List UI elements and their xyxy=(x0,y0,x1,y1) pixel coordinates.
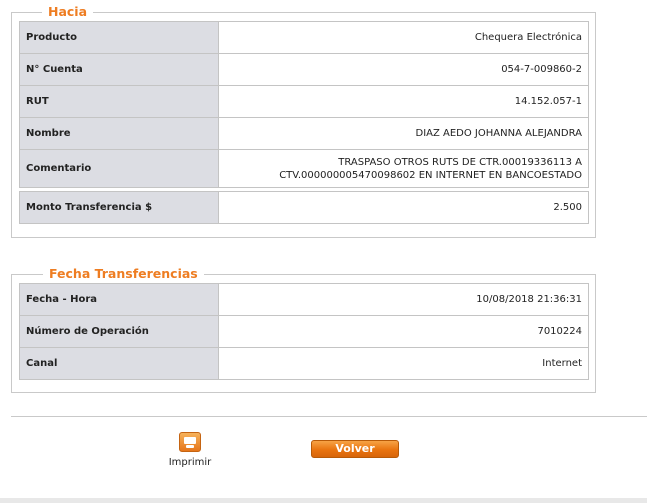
table-row: Fecha - Hora 10/08/2018 21:36:31 xyxy=(19,283,589,316)
footer-bar xyxy=(0,498,647,503)
cuenta-value: 054-7-009860-2 xyxy=(218,53,589,86)
comentario-line-1: TRASPASO OTROS RUTS DE CTR.00019336113 A xyxy=(338,156,582,168)
fecha-legend: Fecha Transferencias xyxy=(43,266,204,282)
print-button[interactable]: Imprimir xyxy=(166,432,214,468)
comentario-value: TRASPASO OTROS RUTS DE CTR.00019336113 A… xyxy=(218,149,589,188)
section-divider xyxy=(11,416,647,417)
printer-icon[interactable] xyxy=(179,432,201,452)
table-row: Canal Internet xyxy=(19,347,589,380)
comentario-label: Comentario xyxy=(19,149,219,188)
rut-value: 14.152.057-1 xyxy=(218,85,589,118)
hacia-table: Producto Chequera Electrónica N° Cuenta … xyxy=(19,21,589,224)
fecha-panel: Fecha Transferencias Fecha - Hora 10/08/… xyxy=(11,266,596,393)
hacia-legend: Hacia xyxy=(42,4,94,20)
print-label[interactable]: Imprimir xyxy=(166,457,214,468)
monto-value: 2.500 xyxy=(218,191,589,224)
hacia-panel: Hacia Producto Chequera Electrónica N° C… xyxy=(11,4,596,238)
table-row: Monto Transferencia $ 2.500 xyxy=(19,191,589,224)
table-row: RUT 14.152.057-1 xyxy=(19,85,589,118)
table-row: Número de Operación 7010224 xyxy=(19,315,589,348)
cuenta-label: N° Cuenta xyxy=(19,53,219,86)
canal-label: Canal xyxy=(19,347,219,380)
canal-value: Internet xyxy=(218,347,589,380)
table-row: Producto Chequera Electrónica xyxy=(19,21,589,54)
volver-button[interactable]: Volver xyxy=(311,440,399,458)
nombre-label: Nombre xyxy=(19,117,219,150)
producto-value: Chequera Electrónica xyxy=(218,21,589,54)
fecha-hora-value: 10/08/2018 21:36:31 xyxy=(218,283,589,316)
table-row: Nombre DIAZ AEDO JOHANNA ALEJANDRA xyxy=(19,117,589,150)
table-row: N° Cuenta 054-7-009860-2 xyxy=(19,53,589,86)
fecha-hora-label: Fecha - Hora xyxy=(19,283,219,316)
monto-label: Monto Transferencia $ xyxy=(19,191,219,224)
operacion-value: 7010224 xyxy=(218,315,589,348)
operacion-label: Número de Operación xyxy=(19,315,219,348)
producto-label: Producto xyxy=(19,21,219,54)
comentario-line-2: CTV.00000000547009860​2 EN INTERNET EN B… xyxy=(279,169,582,181)
rut-label: RUT xyxy=(19,85,219,118)
table-row: Comentario TRASPASO OTROS RUTS DE CTR.00… xyxy=(19,149,589,188)
nombre-value: DIAZ AEDO JOHANNA ALEJANDRA xyxy=(218,117,589,150)
fecha-table: Fecha - Hora 10/08/2018 21:36:31 Número … xyxy=(19,283,589,380)
